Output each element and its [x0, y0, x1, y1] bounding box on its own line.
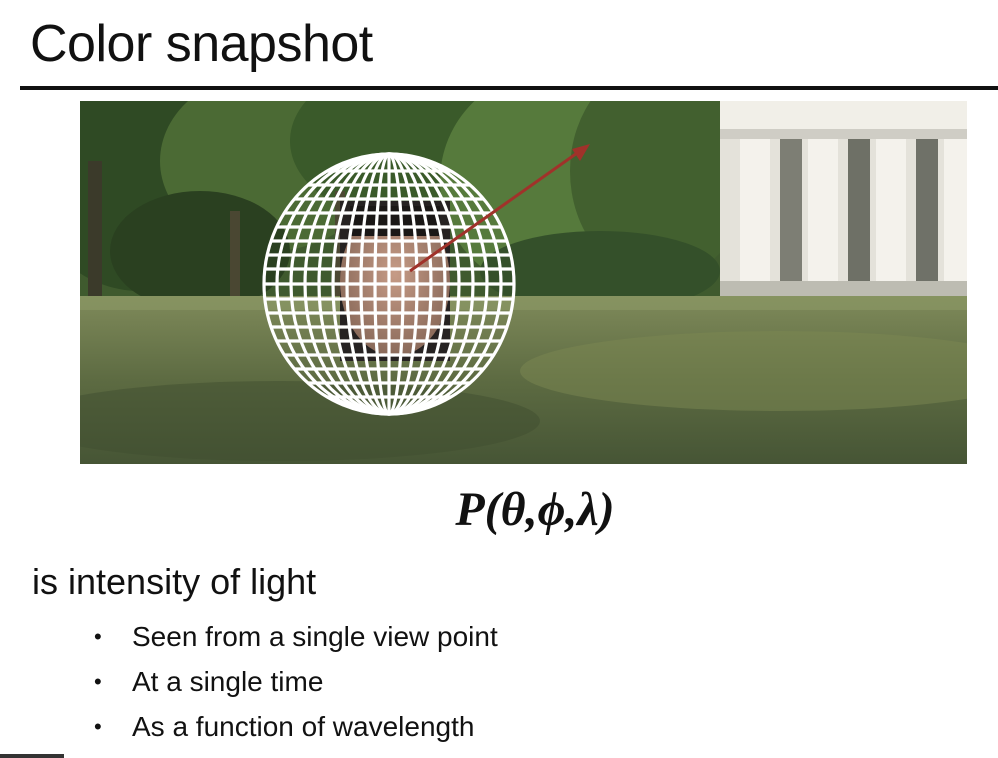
bullet-list: • Seen from a single view point • At a sin… — [90, 614, 498, 749]
face-image — [340, 201, 450, 361]
video-progress-bar — [0, 754, 64, 758]
plenoptic-formula: P(θ,ϕ,λ) — [0, 480, 998, 540]
bullet-text: As a function of wavelength — [132, 711, 475, 742]
bullet-text: At a single time — [132, 666, 324, 697]
list-item: • As a function of wavelength — [90, 704, 498, 749]
title-divider — [20, 86, 998, 90]
bullet-icon: • — [94, 669, 102, 694]
bullet-text: Seen from a single view point — [132, 621, 498, 652]
list-item: • Seen from a single view point — [90, 614, 498, 659]
scene-illustration — [80, 101, 967, 464]
columned-building — [720, 101, 967, 301]
list-item: • At a single time — [90, 659, 498, 704]
formula-text: P(θ,ϕ,λ) — [455, 483, 615, 536]
scene-photo — [80, 101, 967, 464]
bullet-icon: • — [94, 714, 102, 739]
lead-text: is intensity of light — [32, 561, 317, 602]
bullet-icon: • — [94, 624, 102, 649]
slide-title: Color snapshot — [30, 15, 373, 73]
